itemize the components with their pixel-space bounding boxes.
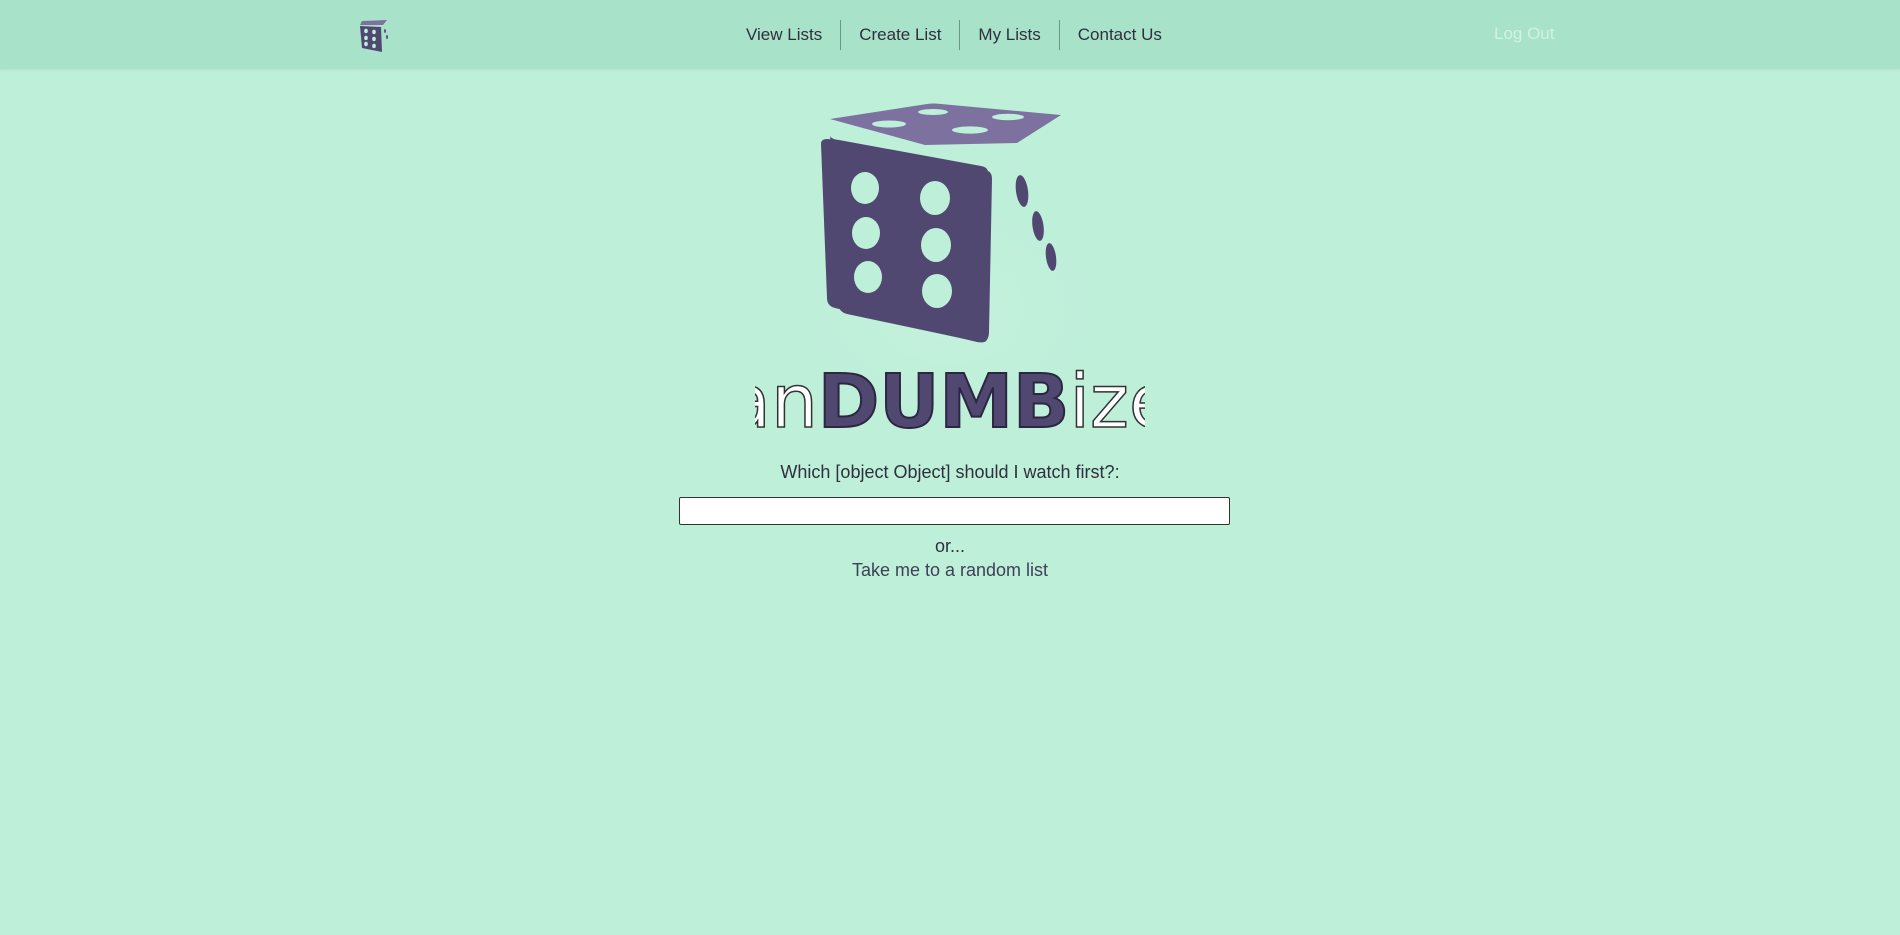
logo-text-prefix: ran bbox=[755, 359, 818, 445]
logout-link[interactable]: Log Out bbox=[1494, 24, 1555, 44]
logo-text-suffix: izer bbox=[1069, 359, 1145, 445]
hero-logo: ranDUMBizer bbox=[755, 103, 1145, 445]
search-input[interactable] bbox=[679, 497, 1230, 525]
nav-link-my-lists[interactable]: My Lists bbox=[960, 20, 1058, 50]
random-list-link[interactable]: Take me to a random list bbox=[0, 560, 1900, 581]
nav-link-view-lists[interactable]: View Lists bbox=[728, 20, 840, 50]
dice-logo-icon[interactable] bbox=[357, 17, 395, 55]
nav-link-contact-us[interactable]: Contact Us bbox=[1060, 20, 1180, 50]
nav-link-create-list[interactable]: Create List bbox=[841, 20, 959, 50]
logo-text-bold: DUMB bbox=[818, 359, 1070, 445]
nav-links: View Lists Create List My Lists Contact … bbox=[728, 20, 1180, 50]
or-divider-text: or... bbox=[934, 536, 965, 556]
navbar: View Lists Create List My Lists Contact … bbox=[0, 0, 1900, 69]
logo-wordmark: ranDUMBizer bbox=[755, 359, 1145, 445]
search-prompt: Which [object Object] should I watch fir… bbox=[780, 462, 1120, 482]
